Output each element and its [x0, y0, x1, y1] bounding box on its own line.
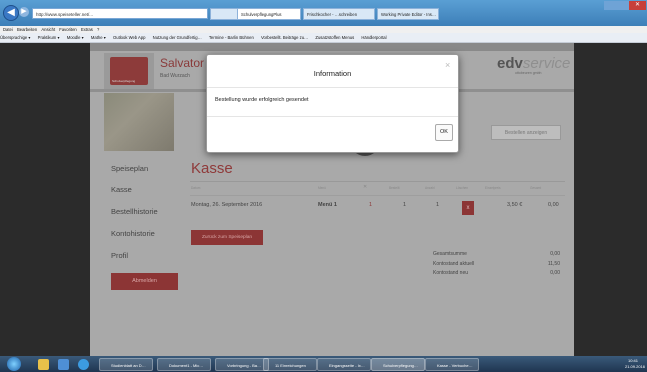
window-close-button[interactable]: ✕: [629, 1, 646, 10]
logout-button[interactable]: Abmelden: [111, 273, 178, 290]
maximize-button[interactable]: [617, 1, 629, 10]
clock-date[interactable]: 21.09.2016: [625, 364, 645, 369]
column-header-date: Datum: [191, 186, 201, 190]
column-header-delete: Löschen: [456, 186, 469, 190]
show-orders-button[interactable]: Bestellen anzeigen: [491, 125, 561, 140]
media-icon[interactable]: [58, 359, 69, 370]
ok-button[interactable]: OK: [435, 124, 453, 141]
browser-tab-frischkocher[interactable]: Frischkocher - …schreiben: [303, 8, 375, 20]
order-date: Montag, 26. September 2016: [191, 202, 263, 208]
column-header-total: Gesamt: [530, 186, 542, 190]
sidebar-item-kontohistorie[interactable]: Kontohistorie: [111, 229, 155, 238]
browser-tab-editor[interactable]: Working Private Editor - Ins…: [377, 8, 439, 20]
menu-edit[interactable]: Bearbeiten: [17, 27, 37, 32]
modal-message: Bestellung wurde erfolgreich gesendet: [215, 97, 309, 103]
browser-icon[interactable]: [78, 359, 89, 370]
sidebar-item-profil[interactable]: Profil: [111, 251, 128, 260]
taskbar-item-browser-3[interactable]: Kasse - Verbuche…: [425, 358, 479, 371]
header-photo: [104, 93, 174, 151]
logo-text: Schulverpflegung: [112, 79, 136, 83]
sidebar-item-bestellhistorie[interactable]: Bestellhistorie: [111, 207, 158, 216]
favorite-item[interactable]: Outlook Web App: [113, 35, 146, 40]
row-divider: [190, 195, 565, 196]
favorite-item[interactable]: Mathe ▾: [91, 35, 106, 40]
edv-logo-accent: service: [522, 55, 571, 72]
menu-help[interactable]: ?: [97, 27, 99, 32]
taskbar-item-word-2[interactable]: Dokument1 - Mic…: [157, 358, 211, 371]
start-button[interactable]: [7, 357, 21, 371]
clock-time[interactable]: 10:41: [628, 358, 638, 363]
brand-city: Bad Wurzach: [160, 73, 190, 79]
modal-divider: [207, 87, 458, 88]
top-strip: [90, 43, 574, 51]
modal-divider: [207, 116, 458, 117]
delete-order-button[interactable]: x: [462, 201, 474, 215]
summary-label-new-balance: Kontostand neu: [433, 270, 469, 276]
folder-icon[interactable]: [38, 359, 49, 370]
favorite-item[interactable]: Vorbestellt. Beiträge zu…: [261, 35, 308, 40]
address-bar[interactable]: http://www.speiseteller.net/...: [32, 8, 208, 19]
column-header-unit-price: Einzelpreis: [485, 186, 501, 190]
favorite-item[interactable]: Moodle ▾: [67, 35, 84, 40]
favorite-item[interactable]: Übersprachige ▾: [0, 35, 31, 40]
taskbar-item-browser-2[interactable]: Schulverpflegung…: [371, 358, 425, 371]
favorite-item[interactable]: Termine - Barlin Bühnen: [209, 35, 254, 40]
summary-value-balance: 11,50: [547, 261, 560, 267]
edv-subtitle: ottobeuren gmbh: [515, 71, 542, 75]
back-button[interactable]: ◀: [3, 5, 19, 21]
favorite-item[interactable]: Praktikum ▾: [38, 35, 60, 40]
sidebar-item-speiseplan[interactable]: Speiseplan: [111, 164, 148, 173]
close-icon[interactable]: ×: [445, 60, 450, 70]
column-header-menu: Menü: [318, 186, 326, 190]
taskbar-item-app-4[interactable]: 11 Einreichungen: [263, 358, 317, 371]
menu-extras[interactable]: Extras: [81, 27, 93, 32]
order-x-count: 1: [369, 202, 373, 208]
order-unit-price: 3,50 €: [507, 202, 523, 208]
favorite-item[interactable]: Zusatzstoffen Menus: [315, 35, 354, 40]
taskbar-item-browser-1[interactable]: Eingangsseite - Ix…: [317, 358, 371, 371]
summary-value-new-balance: 0,00: [550, 270, 560, 276]
modal-title: Information: [313, 69, 352, 78]
favorite-item[interactable]: Händlerportal: [361, 35, 386, 40]
menu-view[interactable]: Ansicht: [41, 27, 55, 32]
page-title: Kasse: [191, 160, 233, 177]
forward-button[interactable]: ▶: [19, 7, 29, 17]
back-to-menu-button[interactable]: Zurück zum Speiseplan: [191, 230, 263, 245]
table-divider: [190, 181, 565, 182]
favorites-bar: Übersprachige ▾ Praktikum ▾ Moodle ▾ Mat…: [0, 33, 647, 43]
favorite-item[interactable]: Nutzung der Grundfertig…: [153, 35, 202, 40]
column-header-quantity: Anzahl: [425, 186, 435, 190]
summary-label-total: Gesamtsumme: [433, 251, 467, 257]
taskbar-item-word-1[interactable]: Studienblatt an D…: [99, 358, 153, 371]
menu-file[interactable]: Datei: [3, 27, 13, 32]
order-ordered: 1: [403, 202, 407, 208]
logout-label: Abmelden: [132, 278, 157, 284]
column-header-ordered: Bestellt: [389, 186, 400, 190]
order-menu: Menü 1: [318, 202, 337, 208]
column-header-x: ✕: [363, 184, 368, 190]
menu-bar: Datei Bearbeiten Ansicht Favoriten Extra…: [0, 26, 647, 33]
summary-value-total: 0,00: [550, 251, 560, 257]
minimize-button[interactable]: [604, 1, 617, 10]
information-modal: Information × Bestellung wurde erfolgrei…: [206, 54, 459, 153]
order-total: 0,00: [548, 202, 559, 208]
edv-logo-main: edv: [497, 55, 523, 72]
taskbar-item-app-3[interactable]: Vorbringung - Ba…: [215, 358, 269, 371]
edv-service-logo: edvservice: [497, 55, 570, 72]
browser-tab-schulverpflegung[interactable]: SchulverpflegungPlus: [237, 8, 301, 20]
summary-label-balance: Kontostand aktuell: [433, 261, 475, 267]
order-quantity[interactable]: 1: [436, 202, 439, 208]
brand-name: Salvator: [160, 56, 205, 70]
sidebar-item-kasse[interactable]: Kasse: [111, 185, 132, 194]
menu-favorites[interactable]: Favoriten: [59, 27, 76, 32]
